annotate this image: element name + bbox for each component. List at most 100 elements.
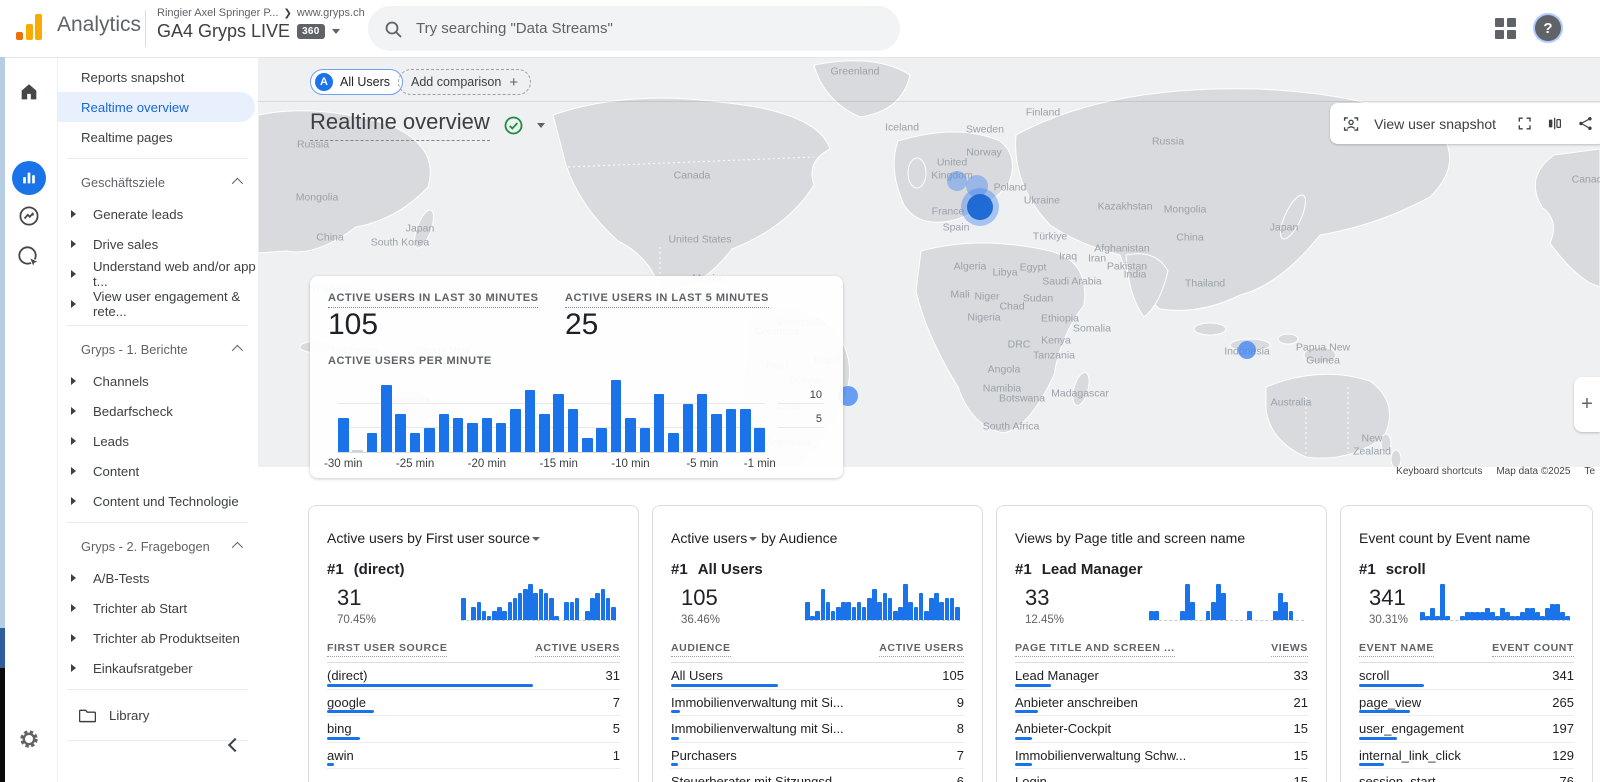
card-dimension-selector[interactable]: Event name xyxy=(1456,530,1531,546)
logo-bar xyxy=(35,14,42,40)
admin-gear-icon[interactable] xyxy=(18,728,40,750)
explore-icon[interactable] xyxy=(18,205,40,227)
metric-column-header[interactable]: ACTIVE USERS xyxy=(535,642,620,657)
search-input[interactable] xyxy=(414,19,838,38)
mini-chart-bar xyxy=(477,602,482,620)
mini-chart-bar xyxy=(502,611,507,620)
chart-y-axis: 105 xyxy=(778,372,824,452)
sidebar-item[interactable]: View user engagement & rete... xyxy=(57,289,258,319)
sidebar-item[interactable]: Drive sales xyxy=(57,229,258,259)
active-users-card: ACTIVE USERS IN LAST 30 MINUTES ACTIVE U… xyxy=(310,276,843,478)
top-item-rank: #1 xyxy=(327,561,344,578)
view-user-snapshot-label[interactable]: View user snapshot xyxy=(1374,116,1496,132)
advertising-icon[interactable] xyxy=(17,245,41,269)
sidebar-item[interactable]: Realtime overview xyxy=(57,92,255,122)
active-users-5min-label[interactable]: ACTIVE USERS IN LAST 5 MINUTES xyxy=(565,292,769,308)
sidebar-item[interactable]: Reports snapshot xyxy=(57,62,258,92)
breadcrumb-account[interactable]: Ringier Axel Springer P... xyxy=(157,7,278,19)
add-comparison-chip[interactable]: Add comparison + xyxy=(398,69,531,95)
map-keyboard-shortcuts[interactable]: Keyboard shortcuts xyxy=(1396,466,1482,477)
breadcrumb[interactable]: Ringier Axel Springer P... ❯ www.gryps.c… xyxy=(157,7,365,19)
row-dimension-value: user_engagement xyxy=(1359,721,1464,736)
card-metric-selector[interactable]: Event count xyxy=(1359,530,1433,546)
share-icon[interactable] xyxy=(1578,114,1593,133)
sidebar-section-header[interactable]: Geschäftsziele xyxy=(57,165,258,199)
home-icon[interactable] xyxy=(18,81,40,103)
chevron-up-icon xyxy=(232,345,243,356)
dimension-column-header[interactable]: FIRST USER SOURCE xyxy=(327,642,447,657)
table-row: google7 xyxy=(327,690,620,717)
active-users-30min-label[interactable]: ACTIVE USERS IN LAST 30 MINUTES xyxy=(328,292,538,308)
row-value-bar xyxy=(327,710,374,713)
sidebar-item-label: Generate leads xyxy=(93,207,183,222)
search-bar[interactable] xyxy=(368,6,900,51)
screen-edge-strip xyxy=(0,668,5,782)
mini-chart-bar xyxy=(1495,616,1500,620)
mini-chart-bar xyxy=(518,593,523,620)
chart-x-axis: -30 min-25 min-20 min-15 min-10 min-5 mi… xyxy=(338,458,765,472)
sidebar-item[interactable]: Content und Technologie xyxy=(57,486,258,516)
chevron-down-icon[interactable] xyxy=(537,123,545,128)
mini-chart-bar xyxy=(950,598,955,621)
card-dimension-selector[interactable]: Page title and screen name xyxy=(1075,530,1245,546)
active-users-5min-value: 25 xyxy=(565,308,598,342)
compare-reports-icon[interactable] xyxy=(1547,114,1562,133)
top-item-rank: #1 xyxy=(1015,561,1032,578)
mini-chart-bar xyxy=(805,602,810,620)
sidebar-item[interactable]: A/B-Tests xyxy=(57,563,258,593)
sidebar-item[interactable]: Generate leads xyxy=(57,199,258,229)
reports-icon-selected[interactable] xyxy=(12,161,46,195)
card-metric-selector[interactable]: Active users xyxy=(671,530,747,546)
sidebar-section-header[interactable]: Gryps - 1. Berichte xyxy=(57,332,258,366)
sidebar-item-library[interactable]: Library xyxy=(57,696,258,734)
breadcrumb-site[interactable]: www.gryps.ch xyxy=(297,7,365,19)
mini-chart-bar xyxy=(564,602,569,620)
sidebar-item[interactable]: Content xyxy=(57,456,258,486)
metric-column-header[interactable]: EVENT COUNT xyxy=(1492,642,1574,657)
sidebar-item-label: Trichter ab Start xyxy=(93,601,187,616)
all-users-chip[interactable]: A All Users xyxy=(310,69,403,95)
card-dimension-selector[interactable]: Audience xyxy=(779,530,837,546)
diagnostics-grid-icon[interactable] xyxy=(1495,18,1516,39)
collapse-sidebar-button[interactable] xyxy=(226,736,244,754)
card-metric-selector[interactable]: Views xyxy=(1015,530,1052,546)
sidebar-section-header[interactable]: Gryps - 2. Fragebogen xyxy=(57,529,258,563)
sidebar-item[interactable]: Leads xyxy=(57,426,258,456)
fullscreen-icon[interactable] xyxy=(1517,114,1532,133)
sidebar-item[interactable]: Bedarfscheck xyxy=(57,396,258,426)
caret-right-icon xyxy=(71,604,76,612)
dimension-column-header[interactable]: PAGE TITLE AND SCREEN ... xyxy=(1015,642,1175,657)
caret-right-icon xyxy=(71,497,76,505)
sidebar-item[interactable]: Trichter ab Start xyxy=(57,593,258,623)
page-title[interactable]: Realtime overview xyxy=(310,109,490,141)
property-name[interactable]: GA4 Gryps LIVE xyxy=(157,21,290,42)
property-selector[interactable]: GA4 Gryps LIVE 360 xyxy=(157,21,340,42)
mini-chart-bar xyxy=(893,611,898,620)
user-snapshot-icon[interactable] xyxy=(1343,114,1359,134)
table-row: Login15 xyxy=(1015,769,1308,782)
row-metric-value: 15 xyxy=(1294,721,1308,736)
card-dimension-selector[interactable]: First user source xyxy=(426,530,530,546)
row-value-bar xyxy=(1015,763,1032,766)
sidebar-item[interactable]: Realtime pages xyxy=(57,122,258,152)
metric-column-header[interactable]: ACTIVE USERS xyxy=(879,642,964,657)
table-row: (direct)31 xyxy=(327,663,620,690)
dimension-column-header[interactable]: EVENT NAME xyxy=(1359,642,1434,657)
table-column-headers: FIRST USER SOURCE ACTIVE USERS xyxy=(327,642,620,657)
sidebar-item[interactable]: Einkaufsratgeber xyxy=(57,653,258,683)
sidebar-item[interactable]: Understand web and/or app t... xyxy=(57,259,258,289)
sidebar-item[interactable]: Trichter ab Produktseiten xyxy=(57,623,258,653)
analytics-logo-icon[interactable] xyxy=(16,14,42,40)
card-metric-selector[interactable]: Active users xyxy=(327,530,403,546)
chart-bar xyxy=(683,404,694,452)
mini-chart-bar xyxy=(1211,602,1216,620)
dimension-column-header[interactable]: AUDIENCE xyxy=(671,642,731,657)
sidebar-item[interactable]: Channels xyxy=(57,366,258,396)
help-icon[interactable]: ? xyxy=(1535,15,1561,41)
data-quality-check-icon[interactable] xyxy=(504,116,523,135)
map-terms-link[interactable]: Te xyxy=(1584,466,1595,477)
header-divider xyxy=(145,10,146,47)
map-zoom-in-button[interactable]: + xyxy=(1574,377,1600,432)
row-dimension-value: Immobilienverwaltung mit Si... xyxy=(671,721,844,736)
metric-column-header[interactable]: VIEWS xyxy=(1271,642,1308,657)
